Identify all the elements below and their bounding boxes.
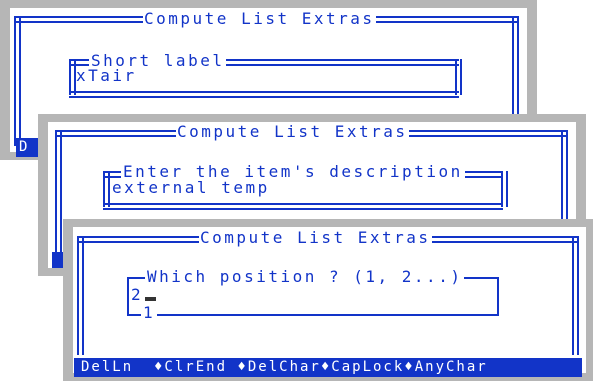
field-box-border	[69, 91, 459, 98]
dialog-title: Compute List Extras	[199, 228, 432, 247]
field-box-border	[501, 171, 508, 207]
field-label: Which position ? (1, 2...)	[145, 267, 465, 286]
dialog-title: Compute List Extras	[176, 122, 409, 141]
status-bar: DelLn ♦ClrEnd ♦DelChar♦CapLock♦AnyChar	[74, 358, 582, 377]
text-cursor	[145, 297, 157, 301]
dialog-border	[14, 16, 21, 146]
field-box-border	[127, 314, 499, 316]
field-box-border	[497, 277, 499, 315]
position-field[interactable]: 2	[131, 285, 157, 304]
field-box-border	[69, 59, 76, 95]
field-hint: 1	[141, 303, 158, 322]
short-label-field[interactable]: xTair	[76, 67, 137, 85]
description-field[interactable]: external temp	[112, 179, 270, 197]
dialog-border	[55, 130, 62, 258]
field-box-border	[103, 171, 110, 207]
dialog-border	[77, 236, 84, 355]
field-box-border	[455, 59, 462, 95]
dialog-window-front: Compute List Extras Which position ? (1,…	[63, 219, 593, 381]
field-box-border	[103, 203, 503, 210]
dialog-title: Compute List Extras	[143, 9, 376, 28]
field-box-border	[127, 277, 129, 315]
position-value: 2	[131, 285, 144, 304]
dialog-border	[572, 236, 579, 355]
